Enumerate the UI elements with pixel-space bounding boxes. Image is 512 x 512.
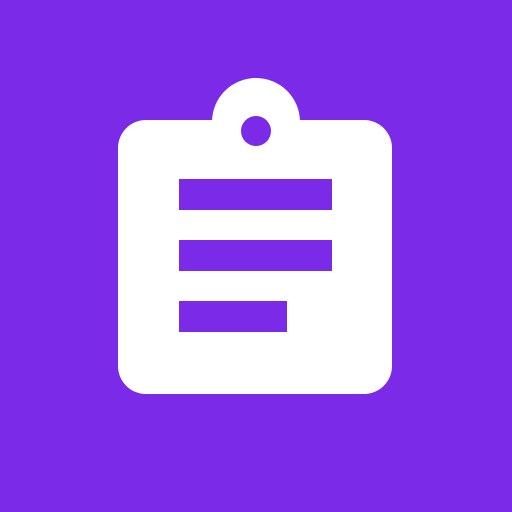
clipboard-line-3: [179, 301, 287, 332]
clipboard-line-1: [179, 179, 332, 210]
clipboard-line-2: [179, 240, 332, 271]
clipboard-icon: [0, 0, 512, 512]
clipboard-clip-hole: [241, 116, 271, 146]
app-icon-tile: [0, 0, 512, 512]
